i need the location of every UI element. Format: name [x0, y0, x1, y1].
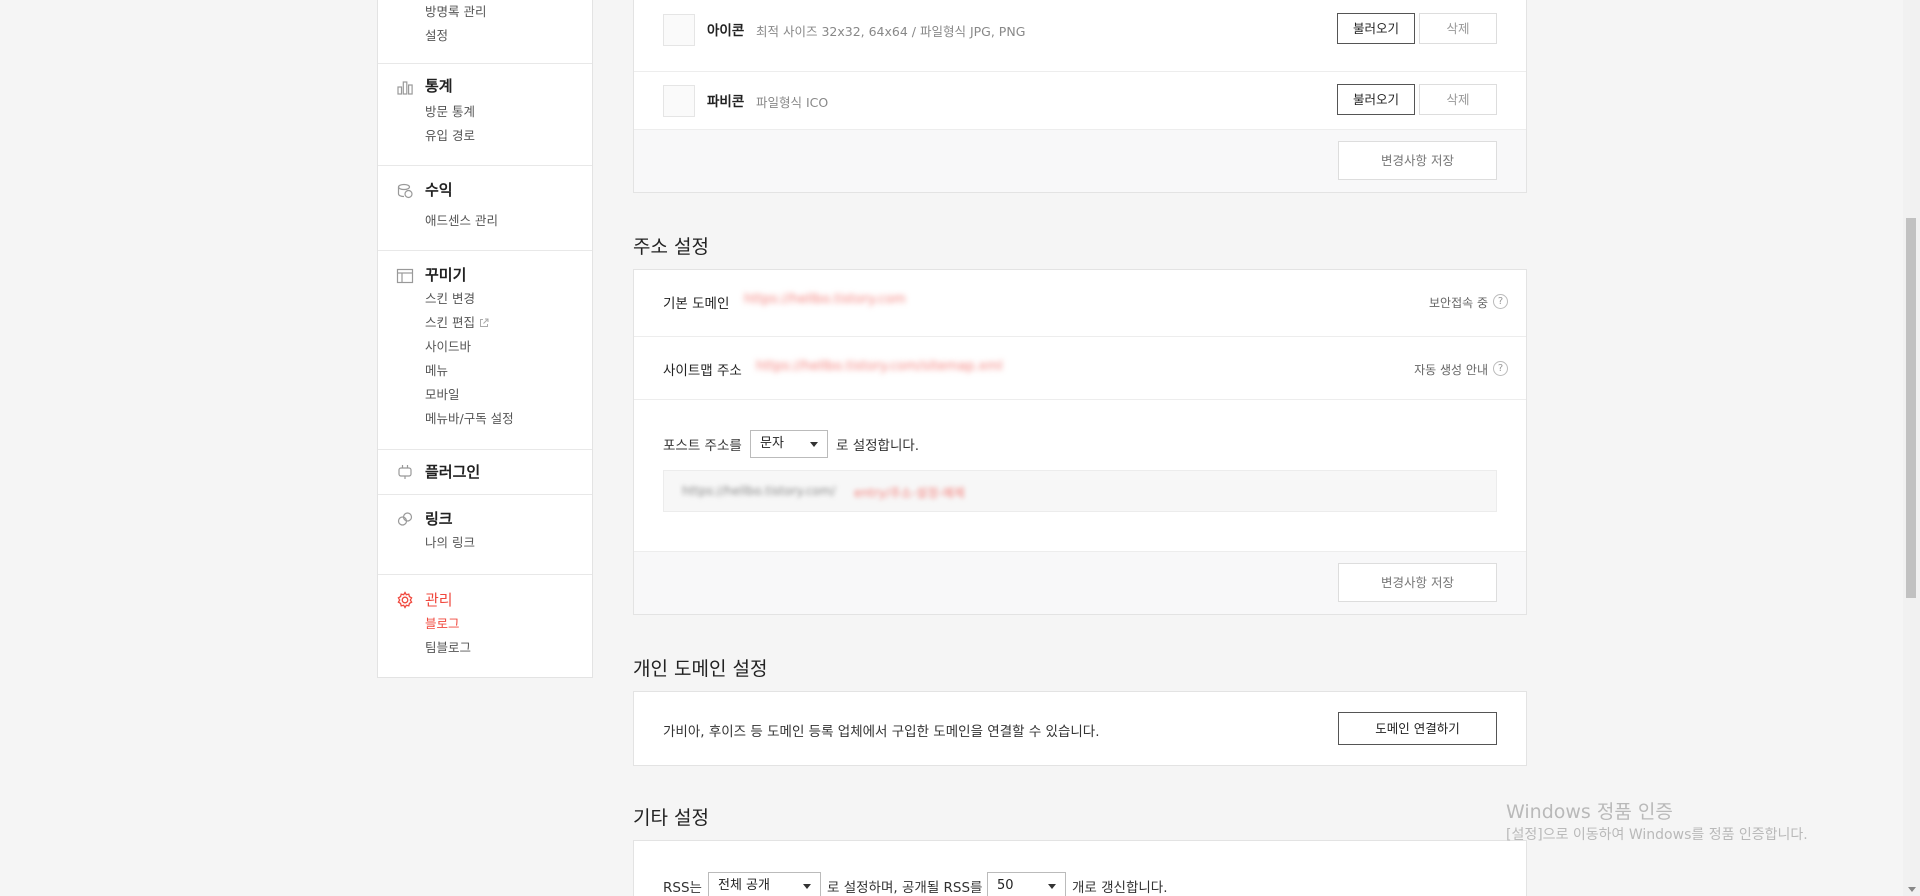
sidebar-item-my-link[interactable]: 나의 링크	[425, 531, 592, 555]
chevron-down-icon	[803, 884, 811, 889]
favicon-description: 파일형식 ICO	[756, 95, 829, 110]
connect-domain-button[interactable]: 도메인 연결하기	[1338, 712, 1497, 745]
external-link-icon	[479, 318, 489, 328]
other-settings-panel: RSS는 전체 공개 로 설정하며, 공개될 RSS를 50 개로 갱신합니다.	[633, 840, 1527, 896]
icon-save-row: 변경사항 저장	[634, 130, 1526, 192]
default-domain-row: 기본 도메인 https://hellbo.tistory.com 보안접속 중…	[634, 270, 1526, 337]
personal-domain-panel: 가비아, 후이즈 등 도메인 등록 업체에서 구입한 도메인을 연결할 수 있습…	[633, 691, 1527, 766]
gear-icon	[396, 591, 414, 609]
preview-slug: entry/주소-설정-예제	[854, 486, 965, 500]
sidebar-item-guestbook-settings[interactable]: 설정	[425, 24, 592, 48]
sidebar-section-link: 링크 나의 링크	[378, 495, 592, 575]
icon-load-button[interactable]: 불러오기	[1337, 13, 1415, 44]
post-address-suffix: 로 설정합니다.	[836, 438, 920, 454]
address-save-button[interactable]: 변경사항 저장	[1338, 563, 1497, 602]
sidebar-item-teamblog[interactable]: 팀블로그	[425, 636, 592, 660]
watermark-subtitle: [설정]으로 이동하여 Windows를 정품 인증합니다.	[1506, 827, 1808, 843]
plug-icon	[396, 463, 414, 481]
sidebar-title-revenue[interactable]: 수익	[425, 180, 592, 200]
sidebar-section-stats: 통계 방문 통계 유입 경로	[378, 64, 592, 166]
address-section-title: 주소 설정	[633, 236, 709, 258]
rss-mid-text: 로 설정하며, 공개될 RSS를	[827, 880, 983, 896]
sidebar-section-revenue: 수익 애드센스 관리	[378, 166, 592, 251]
secure-connection-text: 보안접속 중	[1428, 296, 1488, 310]
sidebar-item-skin-edit[interactable]: 스킨 편집	[425, 315, 475, 330]
default-domain-label: 기본 도메인	[663, 296, 730, 312]
coins-icon	[396, 182, 414, 200]
favicon-thumbnail	[663, 85, 695, 117]
rss-visibility-select[interactable]: 전체 공개	[708, 872, 821, 896]
sidebar-item-blog[interactable]: 블로그	[425, 612, 592, 636]
sidebar: 방명록 관리 설정 통계 방문 통계 유입 경로 수익 애드센스 관리 꾸미기 …	[377, 0, 593, 678]
sidebar-item-sidebar[interactable]: 사이드바	[425, 335, 592, 359]
sidebar-item-referrer[interactable]: 유입 경로	[425, 124, 592, 148]
chevron-down-icon	[1048, 884, 1056, 889]
icon-thumbnail	[663, 14, 695, 46]
sidebar-item-skin-edit-row[interactable]: 스킨 편집	[425, 311, 592, 335]
auto-generate-guide-text: 자동 생성 안내	[1414, 363, 1488, 377]
help-icon[interactable]: ?	[1493, 361, 1508, 376]
watermark-title: Windows 정품 인증	[1506, 801, 1673, 823]
post-address-select[interactable]: 문자	[750, 430, 828, 458]
icon-label: 아이콘	[707, 23, 745, 39]
post-address-row: 포스트 주소를 문자 로 설정합니다. https://hellbo.tisto…	[634, 400, 1526, 552]
sitemap-row: 사이트맵 주소 https://hellbo.tistory.com/sitem…	[634, 337, 1526, 400]
rss-prefix: RSS는	[663, 880, 702, 896]
post-address-prefix: 포스트 주소를	[663, 438, 742, 454]
icon-save-button[interactable]: 변경사항 저장	[1338, 141, 1497, 180]
favicon-label: 파비콘	[707, 94, 745, 110]
chevron-down-icon	[810, 442, 818, 447]
sidebar-item-guestbook-manage[interactable]: 방명록 관리	[425, 0, 592, 24]
default-domain-value: https://hellbo.tistory.com	[744, 292, 906, 307]
link-icon	[396, 510, 414, 528]
windows-activation-watermark: Windows 정품 인증 [설정]으로 이동하여 Windows를 정품 인증…	[1506, 800, 1808, 846]
icon-description: 최적 사이즈 32x32, 64x64 / 파일형식 JPG, PNG	[756, 24, 1026, 39]
sidebar-title-manage[interactable]: 관리	[425, 590, 592, 610]
sidebar-title-plugin[interactable]: 플러그인	[425, 462, 592, 482]
rss-visibility-value: 전체 공개	[718, 878, 770, 893]
personal-domain-description: 가비아, 후이즈 등 도메인 등록 업체에서 구입한 도메인을 연결할 수 있습…	[663, 724, 1100, 740]
favicon-load-button[interactable]: 불러오기	[1337, 84, 1415, 115]
bar-chart-icon	[396, 78, 414, 96]
sidebar-item-visit-stats[interactable]: 방문 통계	[425, 100, 592, 124]
rss-suffix: 개로 갱신합니다.	[1072, 880, 1168, 896]
rss-count-value: 50	[997, 878, 1014, 893]
scrollbar-thumb[interactable]	[1906, 218, 1916, 598]
icon-delete-button[interactable]: 삭제	[1419, 13, 1497, 44]
rss-count-select[interactable]: 50	[987, 872, 1066, 896]
address-settings-panel: 기본 도메인 https://hellbo.tistory.com 보안접속 중…	[633, 269, 1527, 615]
sidebar-title-stats[interactable]: 통계	[425, 76, 592, 96]
help-icon[interactable]: ?	[1493, 294, 1508, 309]
page-scrollbar[interactable]	[1903, 0, 1920, 896]
sidebar-section-manage: 관리 블로그 팀블로그	[378, 575, 592, 675]
icon-row: 아이콘 최적 사이즈 32x32, 64x64 / 파일형식 JPG, PNG …	[634, 0, 1526, 72]
scroll-down-icon[interactable]	[1908, 887, 1916, 892]
sidebar-section-design: 꾸미기 스킨 변경 스킨 편집 사이드바 메뉴 모바일 메뉴바/구독 설정	[378, 251, 592, 450]
personal-domain-section-title: 개인 도메인 설정	[633, 658, 768, 680]
sidebar-item-menubar[interactable]: 메뉴바/구독 설정	[425, 407, 592, 431]
post-address-select-value: 문자	[760, 436, 784, 451]
layout-icon	[396, 267, 414, 285]
sidebar-item-adsense[interactable]: 애드센스 관리	[425, 209, 592, 233]
post-address-preview: https://hellbo.tistory.com/ entry/주소-설정-…	[663, 470, 1497, 512]
favicon-row: 파비콘 파일형식 ICO 불러오기 삭제	[634, 72, 1526, 130]
sidebar-title-design[interactable]: 꾸미기	[425, 265, 592, 285]
favicon-delete-button[interactable]: 삭제	[1419, 84, 1497, 115]
icon-settings-panel: 아이콘 최적 사이즈 32x32, 64x64 / 파일형식 JPG, PNG …	[633, 0, 1527, 193]
sidebar-title-link[interactable]: 링크	[425, 509, 592, 529]
sitemap-label: 사이트맵 주소	[663, 363, 742, 379]
sidebar-item-menu[interactable]: 메뉴	[425, 359, 592, 383]
sidebar-item-skin-change[interactable]: 스킨 변경	[425, 287, 592, 311]
sidebar-section-guestbook: 방명록 관리 설정	[378, 0, 592, 64]
sidebar-section-plugin: 플러그인	[378, 450, 592, 495]
other-section-title: 기타 설정	[633, 807, 709, 829]
preview-base-url: https://hellbo.tistory.com/	[682, 484, 836, 498]
sitemap-value: https://hellbo.tistory.com/sitemap.xml	[756, 359, 1003, 374]
address-save-row: 변경사항 저장	[634, 552, 1526, 614]
sidebar-item-mobile[interactable]: 모바일	[425, 383, 592, 407]
